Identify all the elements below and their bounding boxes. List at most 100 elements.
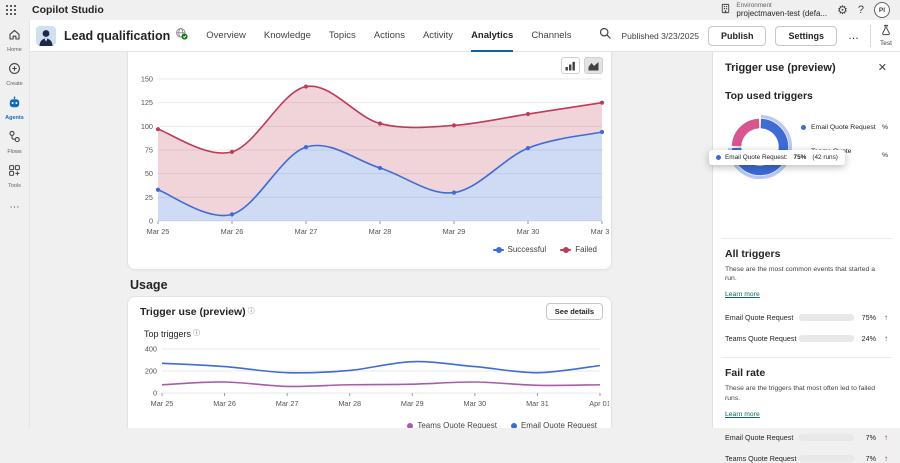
svg-text:400: 400 bbox=[145, 345, 157, 354]
fail-rate-desc: These are the triggers that most often l… bbox=[725, 384, 888, 402]
divider bbox=[870, 25, 871, 47]
agent-name: Lead qualification bbox=[64, 29, 170, 43]
sidebar-item-create[interactable]: Create bbox=[0, 62, 30, 87]
create-icon bbox=[8, 62, 21, 80]
settings-button[interactable]: Settings bbox=[775, 26, 837, 46]
publish-button[interactable]: Publish bbox=[708, 26, 767, 46]
all-triggers-title: All triggers bbox=[725, 248, 888, 260]
info-icon: ⓘ bbox=[248, 308, 255, 315]
agent-header: Lead qualification Overview Knowledge To… bbox=[30, 20, 900, 52]
trigger-use-title: Trigger use (preview)ⓘ bbox=[140, 306, 255, 318]
environment-icon bbox=[720, 1, 731, 19]
agents-bot-icon bbox=[8, 96, 21, 114]
progress-bar bbox=[799, 335, 854, 342]
user-avatar[interactable]: PI bbox=[874, 2, 890, 18]
main-content: 0255075100125150Mar 25Mar 26Mar 27Mar 28… bbox=[30, 52, 712, 428]
trend-up-icon: ↑ bbox=[876, 454, 888, 463]
svg-text:Mar 28: Mar 28 bbox=[369, 227, 392, 236]
legend-failed: Failed bbox=[560, 245, 597, 254]
search-icon[interactable] bbox=[599, 27, 612, 45]
progress-bar bbox=[799, 455, 854, 462]
help-icon[interactable]: ? bbox=[858, 4, 864, 16]
svg-text:125: 125 bbox=[141, 98, 153, 107]
sidebar-item-agents[interactable]: Agents bbox=[0, 96, 30, 121]
progress-bar bbox=[799, 314, 854, 321]
waffle-menu-icon[interactable] bbox=[0, 0, 22, 20]
svg-text:Mar 25: Mar 25 bbox=[147, 227, 170, 236]
svg-text:100: 100 bbox=[141, 122, 153, 131]
svg-text:Mar 27: Mar 27 bbox=[295, 227, 318, 236]
svg-text:50: 50 bbox=[145, 169, 153, 178]
trigger-use-panel: Trigger use (preview) ✕ Top used trigger… bbox=[712, 52, 900, 428]
tab-channels[interactable]: Channels bbox=[531, 20, 571, 52]
svg-text:200: 200 bbox=[145, 367, 157, 376]
test-flask-icon bbox=[880, 24, 892, 40]
svg-text:0: 0 bbox=[153, 389, 157, 398]
trend-up-icon: ↑ bbox=[876, 433, 888, 442]
tab-actions[interactable]: Actions bbox=[374, 20, 405, 52]
usage-chart-legend: Teams Quote Request Email Quote Request bbox=[407, 421, 597, 428]
trend-up-icon: ↑ bbox=[876, 334, 888, 343]
published-date: Published 3/23/2025 bbox=[621, 31, 699, 41]
panel-title: Trigger use (preview) bbox=[725, 62, 836, 74]
svg-text:0: 0 bbox=[149, 217, 153, 226]
trigger-row-email: Email Quote Request 75% ↑ bbox=[725, 313, 888, 322]
tab-analytics[interactable]: Analytics bbox=[471, 20, 513, 52]
tab-topics[interactable]: Topics bbox=[329, 20, 356, 52]
fail-rate-title: Fail rate bbox=[725, 367, 888, 379]
svg-text:Mar 31: Mar 31 bbox=[526, 399, 549, 408]
learn-more-link[interactable]: Learn more bbox=[725, 291, 760, 298]
agent-tabs: Overview Knowledge Topics Actions Activi… bbox=[206, 20, 571, 52]
home-icon bbox=[8, 28, 21, 46]
svg-text:Mar 30: Mar 30 bbox=[463, 399, 486, 408]
app-sidebar: Home Create Agents Flows Tools ⋯ bbox=[0, 20, 30, 428]
divider bbox=[721, 357, 892, 358]
sidebar-item-tools[interactable]: Tools bbox=[0, 164, 30, 189]
sidebar-more-icon[interactable]: ⋯ bbox=[10, 202, 20, 213]
svg-text:Mar 29: Mar 29 bbox=[401, 399, 424, 408]
runs-outcome-card: 0255075100125150Mar 25Mar 26Mar 27Mar 28… bbox=[127, 52, 612, 270]
tab-knowledge[interactable]: Knowledge bbox=[264, 20, 311, 52]
top-app-bar: Copilot Studio Environment projectmaven-… bbox=[0, 0, 900, 20]
all-triggers-desc: These are the most common events that st… bbox=[725, 265, 888, 283]
runs-chart-legend: Successful Failed bbox=[493, 245, 597, 254]
top-triggers-line-chart: 0200400Mar 25Mar 26Mar 27Mar 28Mar 29Mar… bbox=[132, 341, 609, 419]
close-icon[interactable]: ✕ bbox=[877, 62, 888, 75]
top-triggers-donut-chart bbox=[725, 112, 795, 182]
fail-row-teams: Teams Quote Request 7% ↑ bbox=[725, 454, 888, 463]
top-triggers-donut-block: Email Quote Request % Teams Quote Reques… bbox=[725, 106, 888, 230]
tab-activity[interactable]: Activity bbox=[423, 20, 453, 52]
learn-more-link[interactable]: Learn more bbox=[725, 411, 760, 418]
sidebar-item-flows[interactable]: Flows bbox=[0, 130, 30, 155]
test-agent-button[interactable]: Test bbox=[880, 24, 892, 48]
divider bbox=[721, 238, 892, 239]
environment-label: Environment bbox=[736, 2, 827, 9]
tab-overview[interactable]: Overview bbox=[206, 20, 246, 52]
usage-heading: Usage bbox=[130, 278, 168, 292]
svg-text:Mar 26: Mar 26 bbox=[221, 227, 244, 236]
top-triggers-label: Top triggersⓘ bbox=[144, 328, 200, 339]
top-used-triggers-heading: Top used triggers bbox=[725, 90, 888, 102]
donut-tooltip: Email Quote Request:75%(42 runs) bbox=[709, 150, 845, 165]
sidebar-item-home[interactable]: Home bbox=[0, 28, 30, 53]
trigger-row-teams: Teams Quote Request 24% ↑ bbox=[725, 334, 888, 343]
fail-row-email: Email Quote Request 7% ↑ bbox=[725, 433, 888, 442]
chart-type-area-button[interactable] bbox=[584, 57, 603, 74]
svg-text:Mar 29: Mar 29 bbox=[443, 227, 466, 236]
donut-legend-email: Email Quote Request % bbox=[801, 124, 888, 131]
environment-picker[interactable]: Environment projectmaven-test (defa... bbox=[720, 1, 827, 19]
published-status-icon bbox=[175, 27, 188, 45]
runs-area-chart: 0255075100125150Mar 25Mar 26Mar 27Mar 28… bbox=[130, 73, 609, 245]
tools-icon bbox=[8, 164, 21, 182]
svg-text:75: 75 bbox=[145, 146, 153, 155]
see-details-button[interactable]: See details bbox=[546, 303, 603, 320]
settings-gear-icon[interactable]: ⚙ bbox=[837, 3, 848, 17]
legend-teams-quote-request: Teams Quote Request bbox=[407, 421, 497, 428]
trigger-use-card: Trigger use (preview)ⓘ See details Top t… bbox=[127, 296, 612, 428]
chart-type-bar-button[interactable] bbox=[561, 57, 580, 74]
header-more-icon[interactable]: … bbox=[846, 30, 861, 42]
all-triggers-section: All triggers These are the most common e… bbox=[725, 248, 888, 343]
svg-text:Mar 27: Mar 27 bbox=[276, 399, 299, 408]
info-icon: ⓘ bbox=[193, 330, 200, 337]
svg-text:Mar 28: Mar 28 bbox=[338, 399, 361, 408]
